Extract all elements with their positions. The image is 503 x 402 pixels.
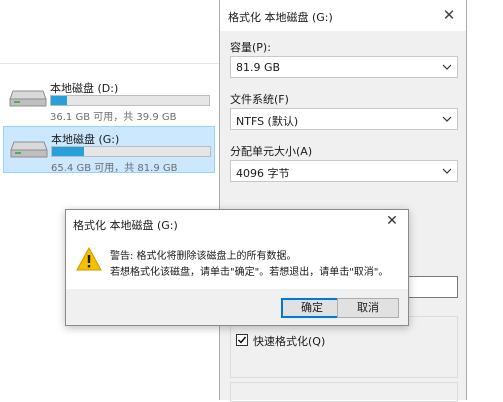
capacity-select[interactable]: 81.9 GB <box>230 56 458 78</box>
allocation-select[interactable]: 4096 字节 <box>230 160 458 182</box>
format-dialog-title: 格式化 本地磁盘 (G:) <box>228 11 333 24</box>
ok-button[interactable]: 确定 <box>281 298 343 318</box>
quick-format-label: 快速格式化(Q) <box>253 335 326 348</box>
allocation-label: 分配单元大小(A) <box>230 145 313 158</box>
section-divider <box>0 63 220 64</box>
format-dialog-titlebar: 格式化 本地磁盘 (G:) ✕ <box>220 0 466 31</box>
allocation-value: 4096 字节 <box>236 167 290 180</box>
warning-icon <box>76 247 102 271</box>
drive-d-name: 本地磁盘 (D:) <box>50 82 119 95</box>
warning-message-line-2: 若想格式化该磁盘，请单击"确定"。若想退出，请单击"取消"。 <box>110 267 389 278</box>
drive-g[interactable]: 本地磁盘 (G:) 65.4 GB 可用，共 81.9 GB <box>3 126 215 174</box>
close-icon[interactable]: ✕ <box>440 6 458 24</box>
hard-drive-icon <box>9 90 47 107</box>
filesystem-select[interactable]: NTFS (默认) <box>230 108 458 130</box>
drive-d[interactable]: 本地磁盘 (D:) 36.1 GB 可用，共 39.9 GB <box>3 76 215 123</box>
drive-d-usage-fill <box>51 96 67 105</box>
close-icon[interactable]: ✕ <box>384 213 400 229</box>
warning-message-line-1: 警告: 格式化将删除该磁盘上的所有数据。 <box>110 251 297 262</box>
drive-d-free-space: 36.1 GB 可用，共 39.9 GB <box>50 112 177 123</box>
capacity-label: 容量(P): <box>230 41 271 54</box>
drive-g-usage-fill <box>52 147 84 156</box>
format-dialog: 格式化 本地磁盘 (G:) ✕ 容量(P): 81.9 GB 文件系统(F) N… <box>219 0 467 402</box>
filesystem-label: 文件系统(F) <box>230 93 289 106</box>
filesystem-value: NTFS (默认) <box>236 115 299 128</box>
warning-dialog-title: 格式化 本地磁盘 (G:) <box>73 219 178 232</box>
drive-g-name: 本地磁盘 (G:) <box>51 133 120 146</box>
chevron-down-icon <box>442 116 452 122</box>
chevron-down-icon <box>442 168 452 174</box>
drive-d-usage-bar <box>50 95 210 106</box>
checkmark-icon <box>238 336 247 344</box>
cancel-button[interactable]: 取消 <box>337 298 399 318</box>
quick-format-checkbox[interactable] <box>236 334 248 346</box>
drive-g-free-space: 65.4 GB 可用，共 81.9 GB <box>51 163 178 174</box>
drive-g-usage-bar <box>51 146 211 157</box>
capacity-value: 81.9 GB <box>236 61 281 74</box>
hard-drive-icon <box>10 141 48 158</box>
status-group <box>230 382 458 402</box>
chevron-down-icon <box>442 64 452 70</box>
format-warning-dialog: 格式化 本地磁盘 (G:) ✕ 警告: 格式化将删除该磁盘上的所有数据。 若想格… <box>65 209 409 326</box>
